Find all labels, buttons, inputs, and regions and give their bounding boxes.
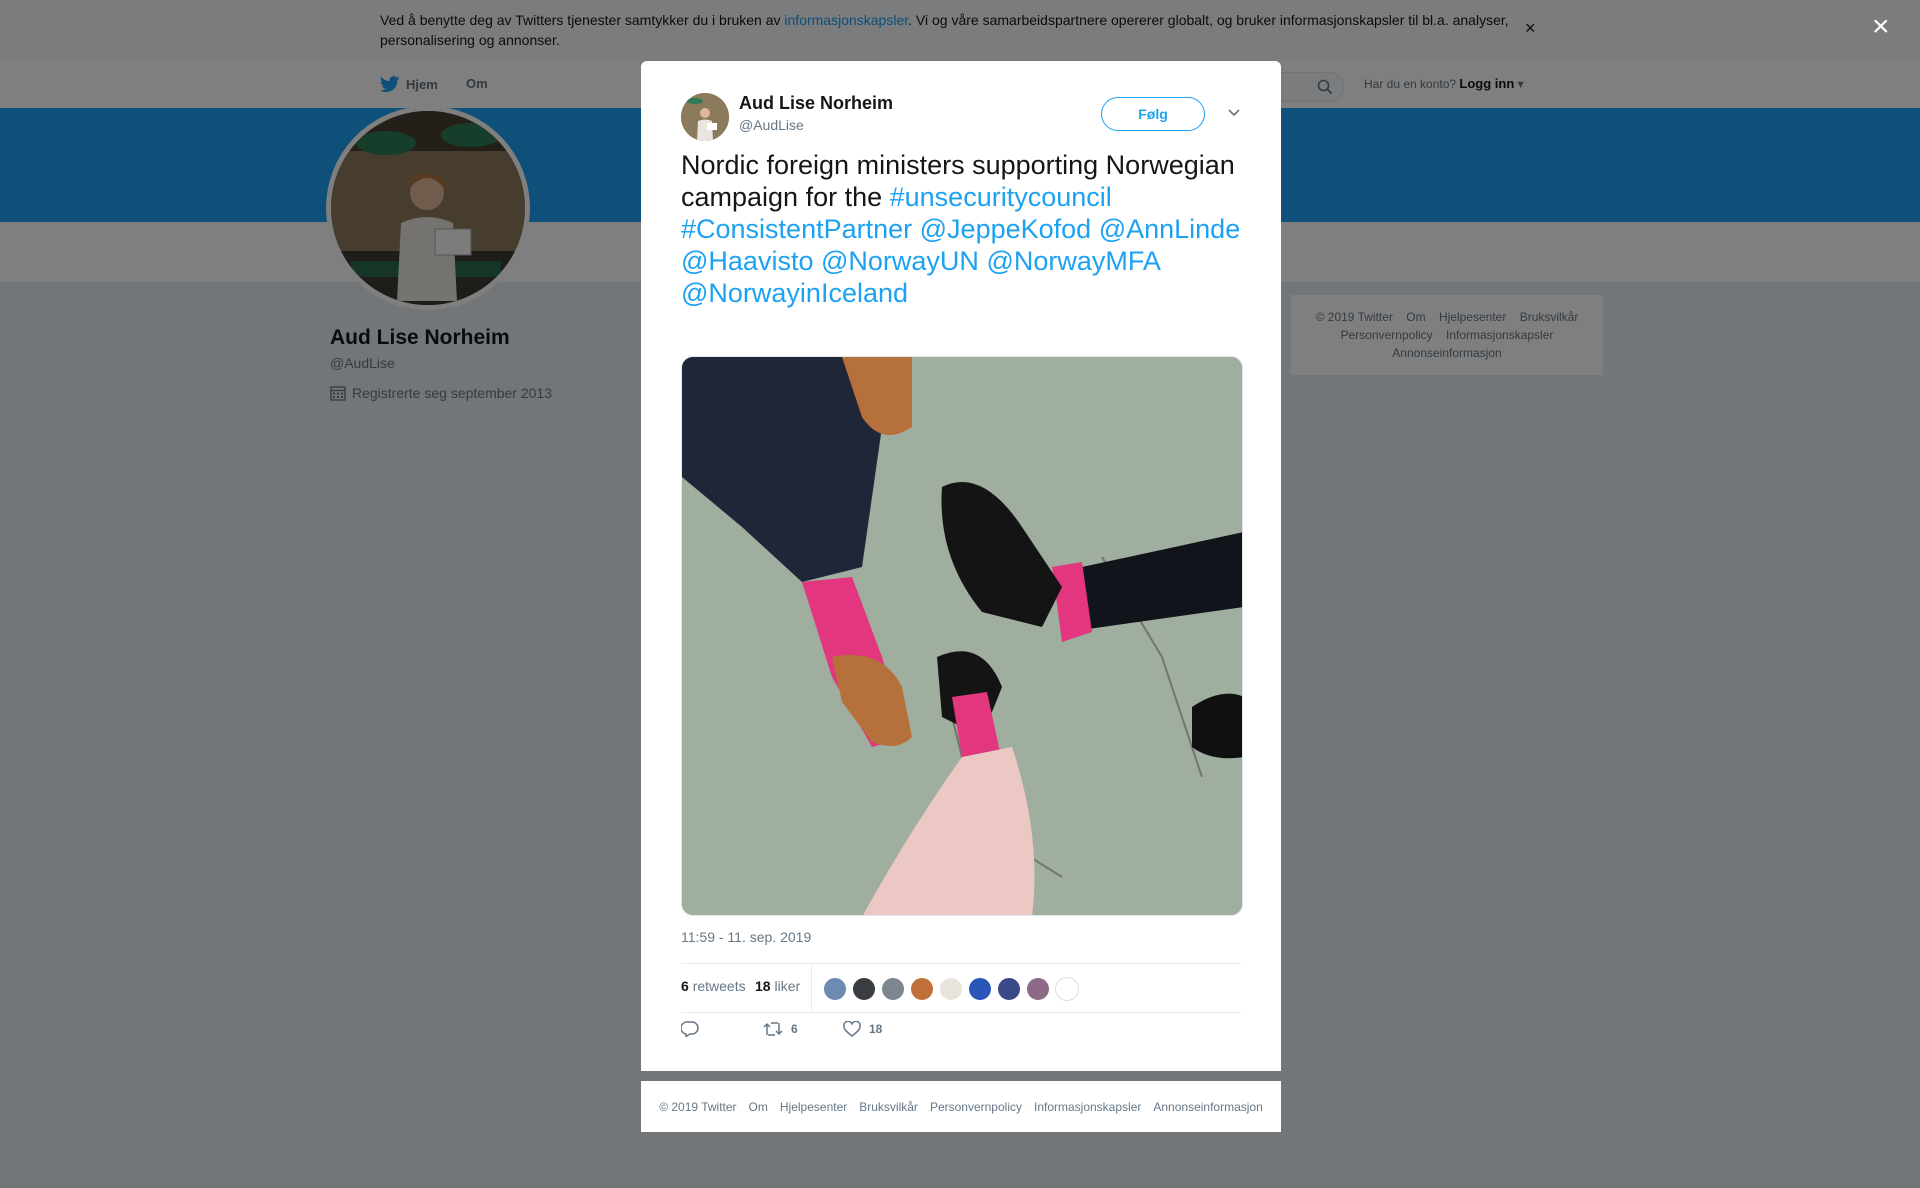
reply-icon: [681, 1021, 699, 1037]
mention-link[interactable]: @AnnLinde: [1099, 214, 1241, 244]
mention-link[interactable]: @NorwayUN: [821, 246, 979, 276]
tweet-photo[interactable]: [681, 356, 1243, 916]
liker-avatar[interactable]: [823, 977, 847, 1001]
stats-divider: [811, 964, 812, 1012]
retweet-button[interactable]: 6: [763, 1021, 798, 1037]
like-button[interactable]: 18: [843, 1021, 882, 1037]
footer-link-cookies[interactable]: Informasjonskapsler: [1034, 1100, 1141, 1114]
like-count: 18: [869, 1022, 883, 1036]
retweet-count: 6: [791, 1022, 798, 1036]
footer-link-about[interactable]: Om: [749, 1100, 768, 1114]
liker-avatar[interactable]: [852, 977, 876, 1001]
footer-link-help[interactable]: Hjelpesenter: [780, 1100, 847, 1114]
liker-avatar[interactable]: [968, 977, 992, 1001]
tweet-text: Nordic foreign ministers supporting Norw…: [681, 149, 1241, 309]
mention-link[interactable]: @JeppeKofod: [920, 214, 1092, 244]
close-icon[interactable]: ×: [1872, 10, 1890, 44]
photo-feet-socks: [682, 357, 1242, 915]
tweet-stats: 6 retweets 18 liker: [681, 963, 1241, 1013]
chevron-down-icon[interactable]: [1227, 108, 1241, 118]
author-photo: [681, 93, 729, 141]
liker-avatar[interactable]: [910, 977, 934, 1001]
tweet-actions: 6 18: [681, 1021, 1241, 1051]
liker-avatar[interactable]: [881, 977, 905, 1001]
tweet-modal: Aud Lise Norheim @AudLise Følg Nordic fo…: [641, 61, 1281, 1071]
retweets-stat[interactable]: 6 retweets: [681, 978, 746, 994]
tweet-author-avatar[interactable]: [681, 93, 729, 141]
liker-avatar[interactable]: [997, 977, 1021, 1001]
retweet-icon: [763, 1022, 783, 1036]
hashtag-link[interactable]: #unsecuritycouncil: [890, 182, 1112, 212]
retweets-count: 6: [681, 978, 689, 994]
hashtag-link[interactable]: #ConsistentPartner: [681, 214, 912, 244]
mention-link[interactable]: @NorwayMFA: [986, 246, 1159, 276]
liker-avatar[interactable]: [1026, 977, 1050, 1001]
footer-link-ads[interactable]: Annonseinformasjon: [1153, 1100, 1262, 1114]
likes-label: liker: [774, 978, 801, 994]
footer-copyright: © 2019 Twitter: [659, 1099, 737, 1114]
likes-count: 18: [755, 978, 771, 994]
mention-link[interactable]: @NorwayinIceland: [681, 278, 908, 308]
follow-button[interactable]: Følg: [1101, 97, 1205, 131]
modal-footer: © 2019 Twitter Om Hjelpesenter Bruksvilk…: [641, 1081, 1281, 1132]
mention-link[interactable]: @Haavisto: [681, 246, 813, 276]
retweets-label: retweets: [692, 978, 746, 994]
chevron-down-icon[interactable]: [1227, 105, 1241, 121]
reply-button[interactable]: [681, 1021, 699, 1037]
footer-link-terms[interactable]: Bruksvilkår: [859, 1100, 918, 1114]
liker-avatar[interactable]: [939, 977, 963, 1001]
tweet-author-name[interactable]: Aud Lise Norheim: [739, 93, 893, 114]
footer-link-privacy[interactable]: Personvernpolicy: [930, 1100, 1022, 1114]
heart-icon: [843, 1021, 861, 1037]
tweet-author-handle[interactable]: @AudLise: [739, 117, 804, 133]
liker-avatar[interactable]: [1055, 977, 1079, 1001]
likes-stat[interactable]: 18 liker: [755, 978, 800, 994]
tweet-timestamp[interactable]: 11:59 - 11. sep. 2019: [681, 929, 811, 945]
